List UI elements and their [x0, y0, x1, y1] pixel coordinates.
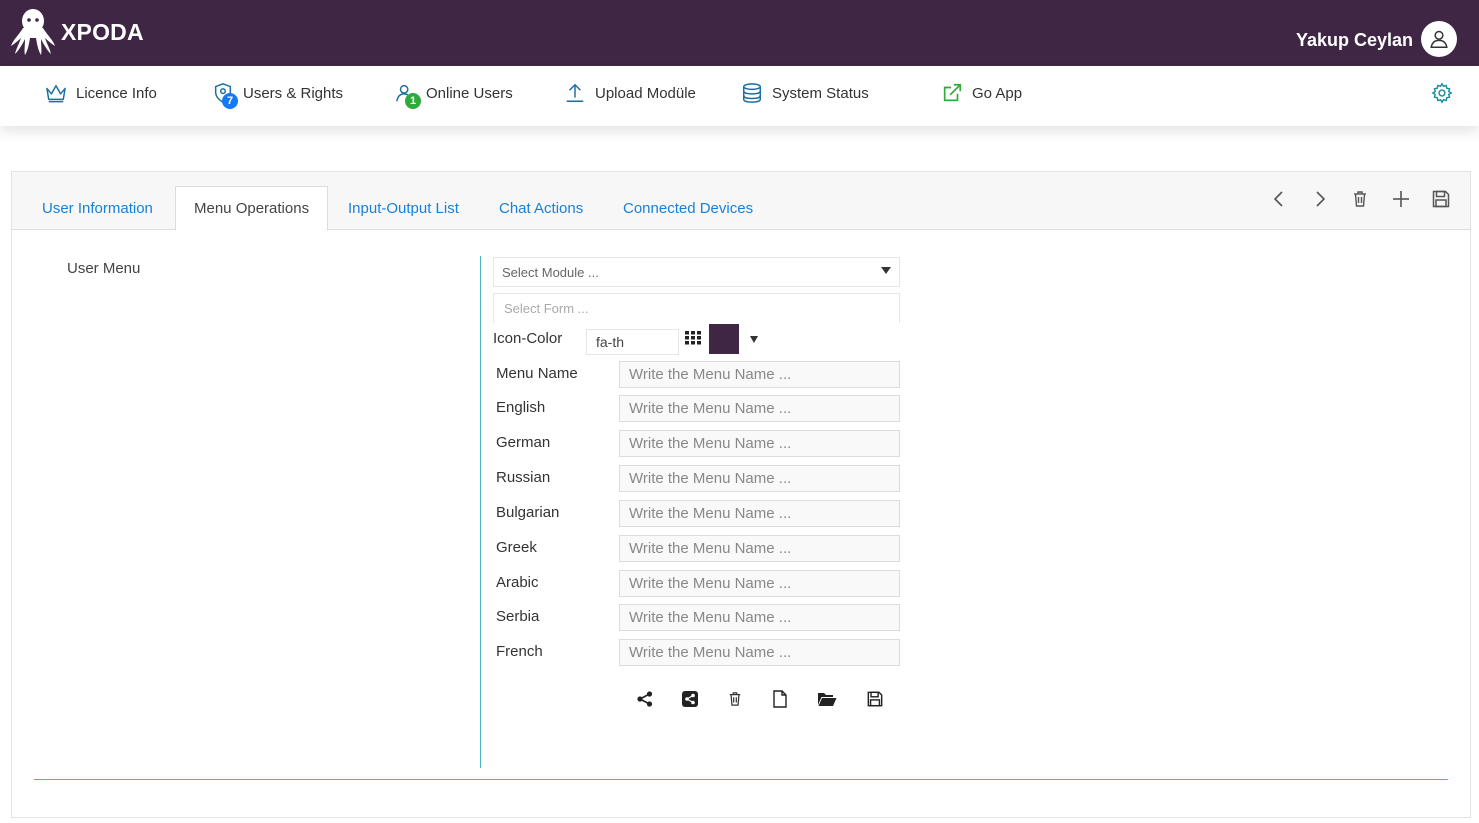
row-label-serbia: Serbia	[496, 608, 540, 625]
icon-class-input[interactable]: fa-th	[586, 329, 679, 355]
caret-down-icon	[881, 267, 891, 274]
nav-licence-info[interactable]: Licence Info	[44, 80, 157, 106]
divider-horizontal	[34, 779, 1448, 780]
upload-icon	[563, 81, 587, 105]
row-label-english: English	[496, 399, 546, 416]
save-button[interactable]	[1428, 186, 1454, 212]
row-label-russian: Russian	[496, 469, 551, 486]
user-menu-label: User Menu	[67, 260, 141, 277]
nav-label: System Status	[772, 84, 869, 102]
form-select[interactable]: Select Form ...	[493, 293, 900, 323]
arabic-name-input[interactable]	[619, 570, 900, 597]
share-square-icon	[682, 691, 698, 707]
row-label-greek: Greek	[496, 539, 537, 556]
menu-name-input[interactable]	[619, 361, 900, 388]
nav-upload-module[interactable]: Upload Modüle	[563, 80, 696, 106]
tab-label: Input-Output List	[348, 199, 459, 217]
save-menu-button[interactable]	[864, 688, 886, 710]
form-select-placeholder: Select Form ...	[504, 301, 589, 316]
user-avatar[interactable]	[1421, 21, 1457, 57]
color-dropdown-caret-icon[interactable]	[750, 336, 758, 343]
external-link-icon	[940, 81, 964, 105]
tab-label: User Information	[42, 199, 153, 217]
english-name-input[interactable]	[619, 395, 900, 422]
crown-icon	[44, 81, 68, 105]
plus-icon	[1393, 191, 1409, 207]
tab-input-output-list[interactable]: Input-Output List	[330, 186, 477, 230]
chevron-right-icon	[1316, 191, 1326, 207]
tab-label: Connected Devices	[623, 199, 754, 217]
module-select-placeholder: Select Module ...	[502, 264, 599, 280]
tab-chat-actions[interactable]: Chat Actions	[481, 186, 601, 230]
icon-color-label: Icon-Color	[493, 330, 563, 347]
tab-connected-devices[interactable]: Connected Devices	[605, 186, 771, 230]
users-count-badge: 7	[222, 93, 238, 109]
nav-label: Licence Info	[76, 84, 157, 102]
user-icon	[1430, 30, 1448, 48]
module-select[interactable]: Select Module ...	[493, 257, 900, 287]
new-file-button[interactable]	[769, 688, 791, 710]
user-name[interactable]: Yakup Ceylan	[1296, 30, 1413, 51]
nav-bar: Licence Info 7 Users & Rights 1 Online U…	[0, 66, 1479, 126]
trash-icon	[1354, 191, 1366, 207]
tab-label: Chat Actions	[499, 199, 584, 217]
bulgarian-name-input[interactable]	[619, 500, 900, 527]
gear-icon[interactable]	[1431, 82, 1453, 109]
nav-system-status[interactable]: System Status	[740, 80, 869, 106]
th-grid-icon	[685, 331, 701, 350]
add-button[interactable]	[1388, 186, 1414, 212]
tab-user-information[interactable]: User Information	[24, 186, 171, 230]
main-panel: User Information Menu Operations Input-O…	[11, 171, 1471, 818]
brand[interactable]: XPODA	[10, 6, 144, 56]
icon-class-value: fa-th	[596, 334, 625, 350]
folder-open-icon	[818, 693, 837, 706]
color-picker-swatch[interactable]	[709, 324, 739, 354]
russian-name-input[interactable]	[619, 465, 900, 492]
share-square-button[interactable]	[679, 688, 701, 710]
shield-users-icon: 7	[211, 81, 238, 109]
chevron-left-icon	[1273, 191, 1283, 207]
row-label-menu-name: Menu Name	[496, 365, 578, 382]
nav-label: Online Users	[426, 84, 513, 102]
user-online-icon: 1	[394, 81, 421, 109]
file-icon	[773, 690, 787, 708]
brand-name: XPODA	[61, 18, 144, 45]
online-count-badge: 1	[405, 93, 421, 109]
greek-name-input[interactable]	[619, 535, 900, 562]
row-label-arabic: Arabic	[496, 574, 539, 591]
german-name-input[interactable]	[619, 430, 900, 457]
delete-menu-button[interactable]	[724, 688, 746, 710]
database-icon	[740, 81, 764, 105]
octopus-logo-icon	[11, 9, 55, 55]
nav-users-rights[interactable]: 7 Users & Rights	[211, 80, 344, 109]
delete-button[interactable]	[1347, 186, 1373, 212]
french-name-input[interactable]	[619, 639, 900, 666]
nav-label: Upload Modüle	[595, 84, 696, 102]
tab-bar: User Information Menu Operations Input-O…	[12, 172, 1470, 231]
tab-label: Menu Operations	[194, 200, 310, 217]
open-folder-button[interactable]	[816, 688, 838, 710]
serbia-name-input[interactable]	[619, 604, 900, 631]
nav-label: Go App	[972, 84, 1023, 102]
trash-icon	[729, 692, 741, 706]
top-header: XPODA Yakup Ceylan	[0, 0, 1479, 66]
next-button[interactable]	[1307, 186, 1333, 212]
divider-vertical	[480, 256, 481, 768]
row-label-german: German	[496, 434, 551, 451]
save-icon	[867, 691, 883, 707]
save-icon	[1432, 190, 1450, 208]
row-label-bulgarian: Bulgarian	[496, 504, 560, 521]
nav-go-app[interactable]: Go App	[940, 80, 1022, 106]
previous-button[interactable]	[1266, 186, 1292, 212]
nav-online-users[interactable]: 1 Online Users	[394, 80, 513, 109]
nav-label: Users & Rights	[243, 84, 344, 102]
tab-menu-operations[interactable]: Menu Operations	[175, 186, 329, 231]
row-label-french: French	[496, 643, 543, 660]
share-button[interactable]	[634, 688, 656, 710]
share-icon	[637, 691, 653, 707]
